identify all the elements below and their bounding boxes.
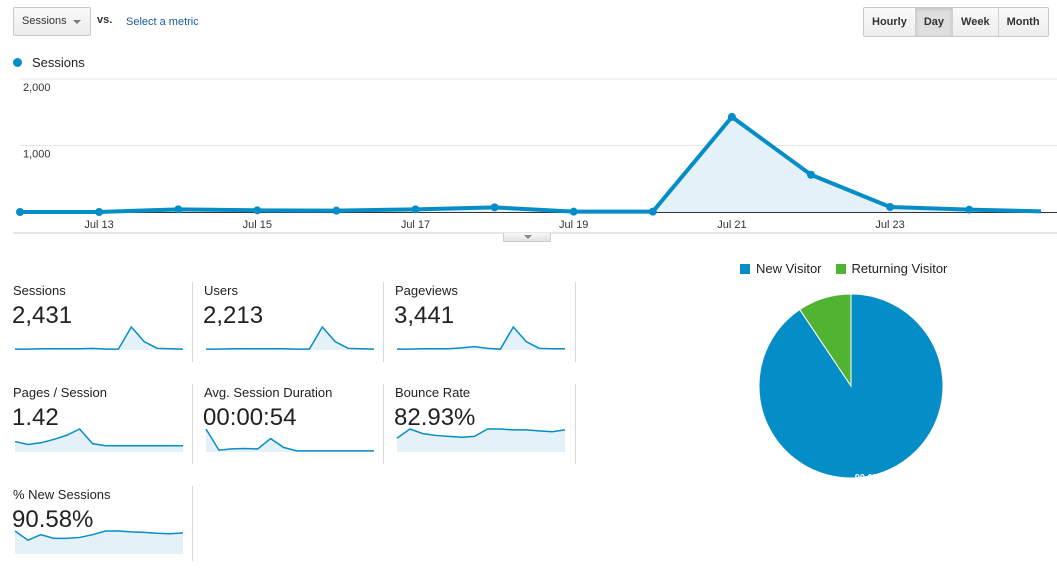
metric-tile[interactable]: Users 2,213 — [191, 272, 381, 372]
chart-expand-toggle[interactable] — [503, 233, 551, 242]
legend-label-sessions: Sessions — [32, 54, 85, 70]
period-month-button[interactable]: Month — [998, 8, 1048, 36]
metric-tile-label: Pageviews — [395, 283, 458, 298]
data-point — [174, 205, 183, 214]
data-point — [727, 112, 736, 121]
data-point — [965, 205, 974, 214]
toolbar: Sessions vs. Select a metric Hourly Day … — [0, 0, 1057, 45]
series-area — [20, 116, 1041, 212]
legend-swatch-icon — [835, 263, 846, 274]
chart-legend: Sessions — [13, 54, 85, 70]
tile-divider — [383, 384, 384, 464]
pie-legend-label: New Visitor — [756, 261, 822, 276]
data-point — [490, 203, 499, 212]
series-dot-icon — [13, 57, 22, 67]
x-tick-label: Jul 15 — [243, 219, 272, 231]
data-point — [886, 203, 895, 212]
visitor-pie-chart: 90.6% 9.4% — [758, 290, 944, 482]
x-tick-label: Jul 13 — [84, 219, 113, 231]
vs-label: vs. — [97, 14, 113, 26]
data-point — [95, 208, 104, 216]
sparkline-area — [206, 327, 374, 350]
pie-legend-label: Returning Visitor — [851, 261, 948, 276]
x-tick-label: Jul 19 — [559, 219, 588, 231]
metric-tile[interactable]: % New Sessions 90.58% — [0, 476, 190, 576]
legend-swatch-icon — [740, 263, 750, 274]
tile-divider — [192, 384, 193, 464]
metric-tile-label: Pages / Session — [13, 385, 107, 400]
sparkline-area — [397, 327, 565, 350]
sparkline-line — [206, 325, 375, 350]
chevron-down-icon — [73, 20, 81, 24]
metric-tile-label: Sessions — [13, 283, 66, 298]
x-tick-label: Jul 21 — [717, 219, 746, 231]
pie-legend-new-visitor: New Visitor — [740, 261, 822, 276]
metric-tile-label: Avg. Session Duration — [204, 385, 333, 400]
pie-legend: New Visitor Returning Visitor — [740, 261, 961, 276]
metric-tile[interactable]: Bounce Rate 82.93% — [382, 374, 572, 474]
tile-divider — [575, 384, 576, 464]
y-tick-label: 1,000 — [23, 149, 51, 161]
tile-divider — [575, 282, 576, 362]
select-metric-link[interactable]: Select a metric — [126, 16, 199, 28]
pie-slice-label: 9.4% — [819, 290, 840, 296]
sparkline-line — [15, 325, 184, 350]
sparkline — [15, 325, 184, 350]
data-point — [253, 206, 262, 215]
pie-slice-label: 90.6% — [855, 473, 881, 482]
metric-tile-label: % New Sessions — [13, 487, 111, 502]
metric-tile[interactable]: Avg. Session Duration 00:00:54 — [191, 374, 381, 474]
sparkline — [205, 428, 374, 452]
sparkline-area — [15, 429, 183, 452]
data-point — [648, 207, 657, 216]
data-point — [569, 207, 578, 216]
pie-legend-returning-visitor: Returning Visitor — [835, 261, 948, 276]
data-point — [16, 208, 24, 216]
tile-divider — [192, 282, 193, 362]
period-day-button[interactable]: Day — [915, 8, 954, 36]
sparkline-line — [14, 428, 183, 447]
metric-tile[interactable]: Pageviews 3,441 — [382, 272, 572, 372]
sparkline-line — [205, 428, 374, 452]
sparkline — [397, 325, 565, 350]
metric-tile-label: Users — [204, 283, 238, 298]
data-point — [332, 206, 341, 215]
sparkline-line — [397, 325, 565, 350]
tile-divider — [192, 486, 193, 561]
sparkline-area — [15, 327, 183, 350]
sparkline — [396, 428, 566, 452]
period-week-button[interactable]: Week — [953, 8, 999, 36]
sparkline — [14, 530, 184, 554]
sparkline — [206, 325, 375, 350]
chevron-down-icon — [524, 235, 532, 239]
sessions-line-chart: 1,000 2,000 Jul 13 Jul 15 Jul 17 Jul 19 Jul 21… — [13, 78, 1057, 234]
period-hourly-button[interactable]: Hourly — [864, 8, 916, 36]
metric-tile[interactable]: Pages / Session 1.42 — [0, 374, 190, 474]
data-point — [411, 205, 420, 214]
metric-select-dropdown[interactable]: Sessions — [13, 7, 91, 36]
y-tick-label: 2,000 — [23, 82, 51, 94]
x-tick-label: Jul 23 — [875, 219, 904, 231]
sparkline — [14, 428, 183, 452]
data-point — [807, 170, 815, 179]
metric-tile-label: Bounce Rate — [395, 385, 471, 400]
period-toggle-group: Hourly Day Week Month — [863, 7, 1049, 37]
x-tick-label: Jul 17 — [401, 219, 430, 231]
series-line-sessions — [20, 114, 1042, 214]
metric-tile[interactable]: Sessions 2,431 — [0, 272, 190, 372]
tile-divider — [383, 282, 384, 362]
metric-select-value: Sessions — [22, 15, 67, 27]
